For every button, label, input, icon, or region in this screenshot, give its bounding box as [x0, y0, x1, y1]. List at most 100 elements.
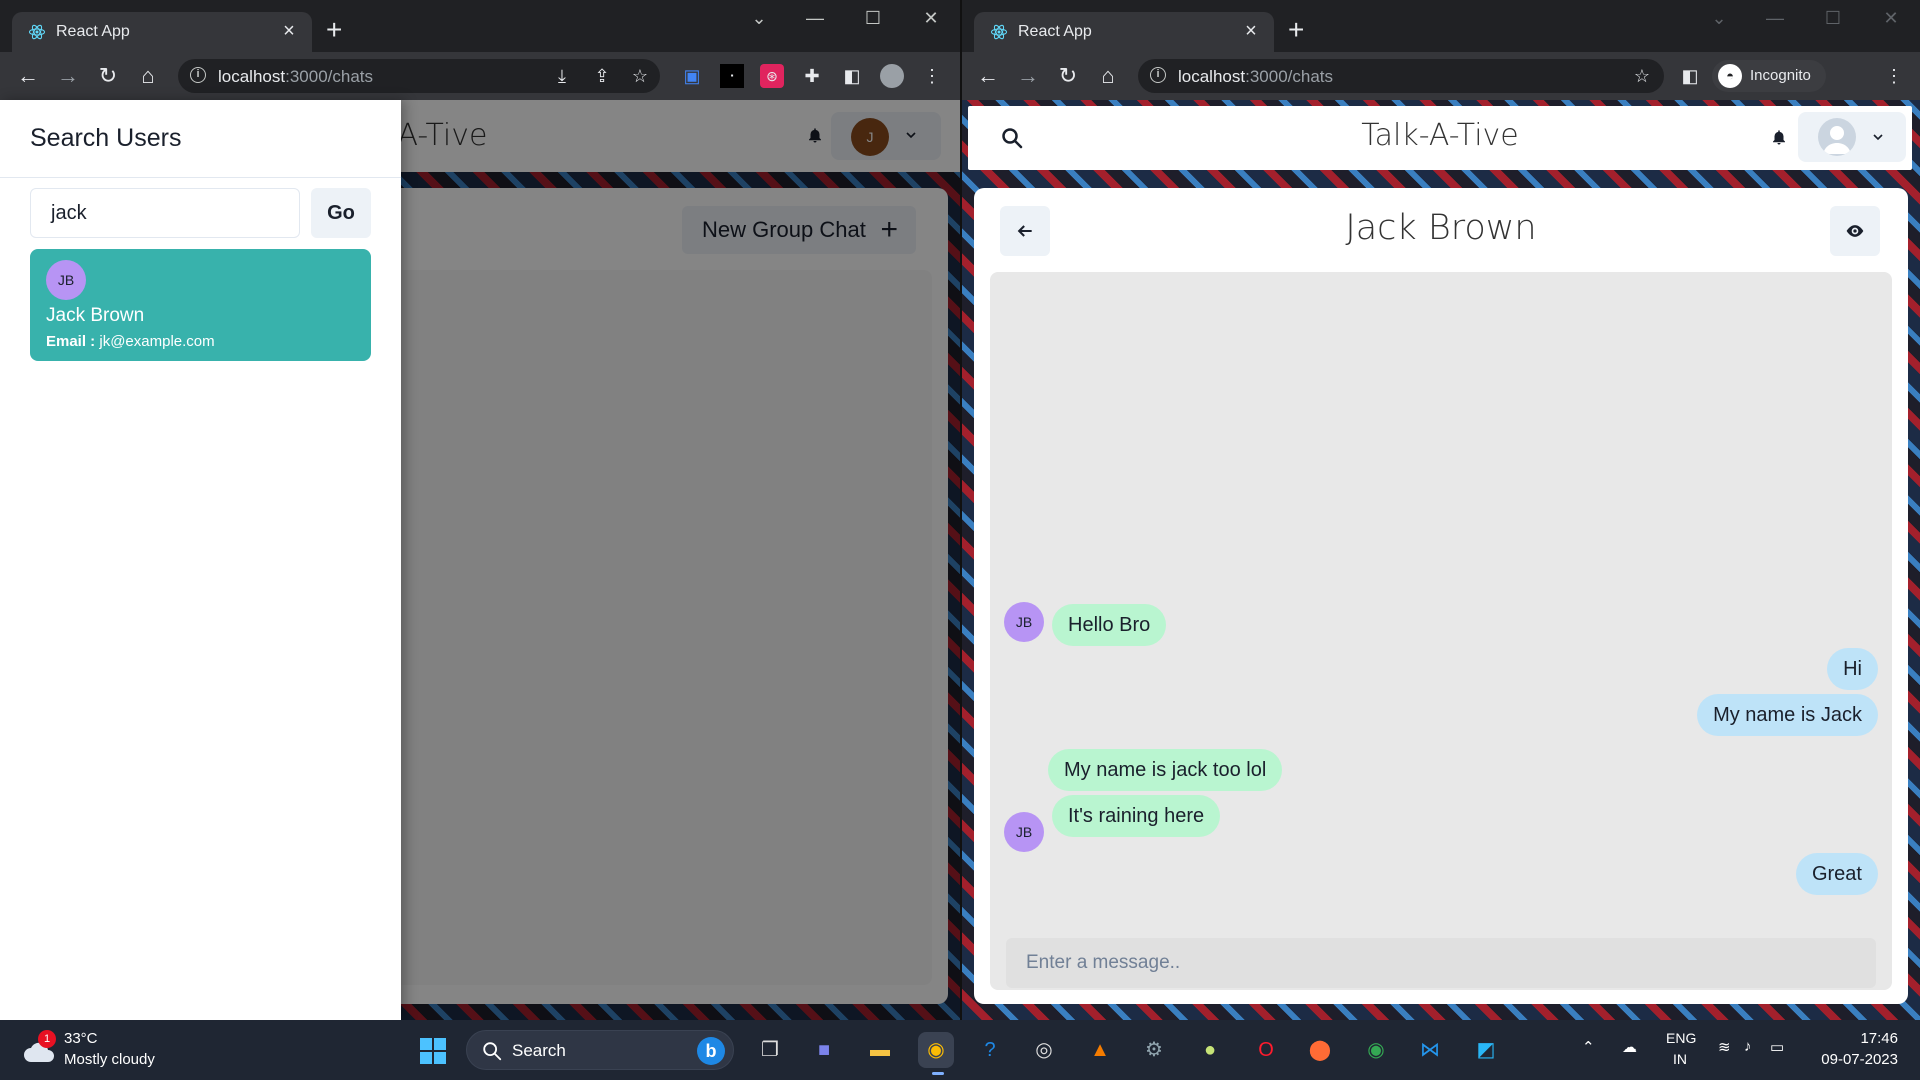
right-app-header: Talk-A-Tive [968, 106, 1912, 170]
maximize-icon[interactable]: ☐ [858, 8, 888, 29]
browser-tab[interactable]: React App × [12, 12, 312, 52]
search-input[interactable]: jack [30, 188, 300, 238]
default-user-icon [1823, 126, 1851, 154]
react-icon [990, 24, 1008, 40]
message-bubble: It's raining here [1052, 795, 1221, 837]
chrome-profile-icon[interactable]: ◉ [1358, 1032, 1394, 1068]
maximize-icon[interactable]: ☐ [1818, 8, 1848, 29]
left-browser-window: React App × + ⌄ — ☐ ✕ ← → ↻ ⌂ i localhos… [0, 0, 960, 1020]
side-panel-icon[interactable]: ◧ [1678, 64, 1702, 88]
help-app-icon[interactable]: ? [972, 1032, 1008, 1068]
profile-menu-button[interactable] [1798, 112, 1906, 162]
reload-icon[interactable]: ↻ [1054, 62, 1082, 90]
single-chat-panel: Jack Brown JB Hello Bro Hi My name is Ja… [974, 188, 1908, 1004]
message-bubble: My name is jack too lol [1048, 749, 1283, 791]
language-top[interactable]: ENG [1666, 1030, 1696, 1046]
bookmark-star-icon[interactable]: ☆ [628, 64, 652, 88]
bing-icon[interactable]: b [697, 1037, 725, 1065]
incognito-icon: ◓ [1718, 64, 1742, 88]
extension-red-icon[interactable]: ⊛ [760, 64, 784, 88]
install-app-icon[interactable]: ⤓ [550, 64, 574, 88]
time: 17:46 [1860, 1030, 1898, 1047]
side-panel-icon[interactable]: ◧ [840, 64, 864, 88]
profile-avatar-icon[interactable] [880, 64, 904, 88]
window-close-icon[interactable]: ✕ [1876, 8, 1906, 29]
extension-translate-icon[interactable]: ▣ [680, 64, 704, 88]
search-label: Search [512, 1041, 566, 1060]
search-users-drawer: Search Users jack Go JB Jack Brown Email… [0, 100, 401, 1020]
bell-icon[interactable] [1770, 128, 1788, 146]
taskbar-search[interactable]: Search b [466, 1030, 734, 1070]
home-icon[interactable]: ⌂ [134, 62, 162, 90]
new-tab-icon[interactable]: + [326, 16, 342, 44]
show-hidden-icons-chevron-icon[interactable]: ⌃ [1582, 1038, 1595, 1056]
forward-arrow-icon[interactable]: → [1014, 62, 1042, 90]
tab-strip: React App × + ⌄ — ☐ ✕ [0, 0, 960, 52]
opera-icon[interactable]: O [1248, 1032, 1284, 1068]
date: 09-07-2023 [1821, 1051, 1898, 1068]
wifi-icon[interactable]: ≋ [1718, 1038, 1731, 1056]
minimize-icon[interactable]: — [1760, 8, 1790, 29]
settings-gear-icon[interactable]: ⚙ [1136, 1032, 1172, 1068]
clock[interactable]: 17:46 09-07-2023 [1821, 1030, 1898, 1068]
address-bar[interactable]: i localhost:3000/chats ⤓ ⇪ ☆ [178, 59, 660, 93]
windows-start-icon[interactable] [419, 1037, 447, 1065]
address-bar[interactable]: i localhost:3000/chats ☆ [1138, 59, 1664, 93]
task-view-icon[interactable]: ❐ [752, 1032, 788, 1068]
url-text: localhost:3000/chats [218, 67, 374, 86]
battery-icon[interactable]: ▭ [1770, 1038, 1784, 1056]
incognito-badge[interactable]: ◓ Incognito [1712, 60, 1826, 92]
sender-avatar: JB [1004, 812, 1044, 852]
paint-app-icon[interactable]: ◩ [1468, 1032, 1504, 1068]
green-app-icon[interactable]: ● [1192, 1032, 1228, 1068]
go-button[interactable]: Go [311, 188, 371, 238]
close-tab-icon[interactable]: × [278, 20, 300, 42]
browser-menu-icon[interactable]: ⋮ [1882, 64, 1906, 88]
file-explorer-icon[interactable]: ▬ [862, 1032, 898, 1068]
site-info-icon[interactable]: i [1150, 67, 1166, 83]
tab-title: React App [56, 23, 130, 40]
avatar [1818, 118, 1856, 156]
tab-search-chevron-icon[interactable]: ⌄ [1704, 8, 1734, 29]
weather-description[interactable]: Mostly cloudy [64, 1051, 155, 1068]
aperture-app-icon[interactable]: ◎ [1026, 1032, 1062, 1068]
vlc-icon[interactable]: ▲ [1082, 1032, 1118, 1068]
chrome-icon[interactable]: ◉ [918, 1032, 954, 1068]
new-tab-icon[interactable]: + [1288, 16, 1304, 44]
user-result-item[interactable]: JB Jack Brown Email : jk@example.com [30, 249, 371, 361]
tab-search-chevron-icon[interactable]: ⌄ [744, 8, 774, 29]
search-icon [483, 1042, 502, 1061]
postman-icon[interactable]: ⬤ [1302, 1032, 1338, 1068]
extensions-puzzle-icon[interactable]: ✚ [800, 64, 824, 88]
site-info-icon[interactable]: i [190, 67, 206, 83]
message-bubble: Great [1795, 853, 1878, 895]
vscode-icon[interactable]: ⋈ [1412, 1032, 1448, 1068]
minimize-icon[interactable]: — [800, 8, 830, 29]
extension-dynatrace-icon[interactable]: ▪ [720, 64, 744, 88]
language-bottom[interactable]: IN [1673, 1051, 1687, 1067]
reload-icon[interactable]: ↻ [94, 62, 122, 90]
message-input[interactable]: Enter a message.. [1006, 938, 1876, 988]
view-profile-button[interactable] [1830, 206, 1880, 256]
back-arrow-icon[interactable]: ← [974, 62, 1002, 90]
eye-icon [1846, 225, 1864, 237]
forward-arrow-icon[interactable]: → [54, 62, 82, 90]
message-bubble: Hello Bro [1052, 604, 1167, 646]
bookmark-star-icon[interactable]: ☆ [1630, 64, 1654, 88]
user-name: Jack Brown [46, 305, 145, 326]
message-bubble: My name is Jack [1697, 694, 1878, 736]
active-indicator [932, 1072, 944, 1075]
back-arrow-icon[interactable]: ← [14, 62, 42, 90]
react-icon [28, 24, 46, 40]
close-tab-icon[interactable]: × [1240, 20, 1262, 42]
temperature[interactable]: 33°C [64, 1030, 98, 1047]
teams-icon[interactable]: ■ [806, 1032, 842, 1068]
browser-menu-icon[interactable]: ⋮ [920, 64, 944, 88]
onedrive-cloud-icon[interactable]: ☁ [1622, 1038, 1637, 1056]
home-icon[interactable]: ⌂ [1094, 62, 1122, 90]
volume-icon[interactable]: ♪ [1744, 1038, 1752, 1055]
chat-partner-name: Jack Brown [1345, 208, 1537, 248]
window-close-icon[interactable]: ✕ [916, 8, 946, 29]
browser-tab[interactable]: React App × [974, 12, 1274, 52]
share-icon[interactable]: ⇪ [590, 64, 614, 88]
